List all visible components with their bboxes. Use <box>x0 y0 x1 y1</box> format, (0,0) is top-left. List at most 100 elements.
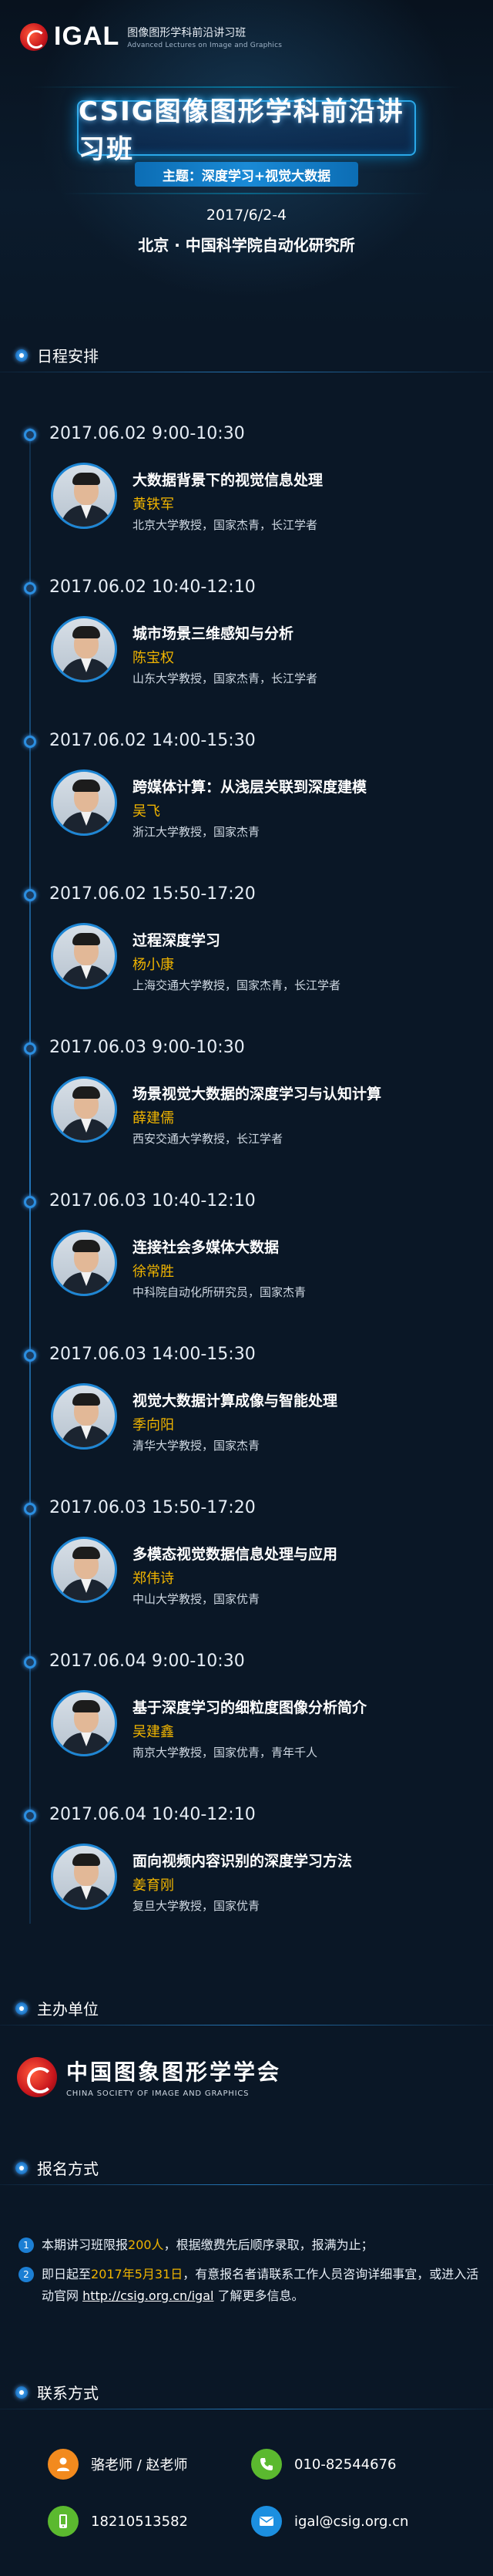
session-time: 2017.06.02 14:00-15:30 <box>49 731 256 750</box>
section-title: 联系方式 <box>37 2384 99 2403</box>
highlight-text: 200人 <box>128 2238 164 2252</box>
contact-phone-text: 010-82544676 <box>294 2456 397 2473</box>
session-time: 2017.06.03 14:00-15:30 <box>49 1345 256 1364</box>
subject-badge: 主题：深度学习+视觉大数据 <box>135 162 358 187</box>
header-banner: IGAL 图像图形学科前沿讲习班 Advanced Lectures on Im… <box>0 0 493 332</box>
contact-mobile[interactable]: 18210513582 <box>48 2506 188 2537</box>
talk-title: 大数据背景下的视觉信息处理 <box>132 472 324 489</box>
speaker-name: 薛建儒 <box>132 1110 174 1126</box>
item-number-badge: 1 <box>18 2238 34 2253</box>
speaker-avatar <box>51 1230 117 1296</box>
main-title-frame: CSIG图像图形学科前沿讲习班 <box>77 96 416 165</box>
section-divider <box>0 2184 493 2185</box>
organizer-section-header: 主办单位 <box>15 1997 99 2019</box>
talk-title: 城市场景三维感知与分析 <box>132 625 294 642</box>
mobile-phone-icon <box>48 2506 79 2537</box>
text-segment: 本期讲习班限报 <box>42 2238 129 2252</box>
contact-email-text: igal@csig.org.cn <box>294 2513 409 2530</box>
event-location: 北京 · 中国科学院自动化研究所 <box>138 236 355 254</box>
speaker-description: 上海交通大学教授，国家杰青，长江学者 <box>132 978 341 992</box>
timeline-dot-icon <box>24 1196 36 1208</box>
talk-title: 场景视觉大数据的深度学习与认知计算 <box>132 1086 382 1103</box>
item-number-badge: 2 <box>18 2267 34 2282</box>
speaker-avatar <box>51 1076 117 1143</box>
text-segment: 即日起至 <box>42 2267 92 2281</box>
registration-text: 即日起至2017年5月31日，有意报名者请联系工作人员咨询详细事宜，或进入活动官… <box>42 2264 481 2307</box>
speaker-description: 北京大学教授，国家杰青，长江学者 <box>132 518 318 532</box>
csig-logo: 中国图象图形学学会 CHINA SOCIETY OF IMAGE AND GRA… <box>17 2056 281 2098</box>
timeline-dot-icon <box>24 1656 36 1669</box>
section-bullet-icon <box>15 2386 28 2399</box>
registration-item: 2 即日起至2017年5月31日，有意报名者请联系工作人员咨询详细事宜，或进入活… <box>18 2264 481 2307</box>
contact-section-header: 联系方式 <box>15 2381 99 2403</box>
speaker-name: 陈宝权 <box>132 650 174 666</box>
speaker-avatar <box>51 923 117 989</box>
timeline-dot-icon <box>24 1042 36 1055</box>
speaker-avatar <box>51 1844 117 1910</box>
event-date: 2017/6/2-4 <box>206 207 287 224</box>
contact-phone[interactable]: 010-82544676 <box>251 2449 396 2480</box>
speaker-description: 南京大学教授，国家优青，青年千人 <box>132 1746 318 1759</box>
session-time: 2017.06.02 15:50-17:20 <box>49 884 256 904</box>
phone-icon <box>251 2449 282 2480</box>
logo-subtitle-cn: 图像图形学科前沿讲习班 <box>127 26 246 39</box>
session-time: 2017.06.02 9:00-10:30 <box>49 424 245 443</box>
timeline-dot-icon <box>24 1503 36 1515</box>
timeline-dot-icon <box>24 736 36 748</box>
speaker-avatar <box>51 1383 117 1450</box>
contact-email[interactable]: igal@csig.org.cn <box>251 2506 408 2537</box>
timeline-dot-icon <box>24 889 36 901</box>
organizer-name-en: CHINA SOCIETY OF IMAGE AND GRAPHICS <box>66 2089 250 2098</box>
organizer-name-cn: 中国图象图形学学会 <box>66 2059 282 2085</box>
talk-title: 视觉大数据计算成像与智能处理 <box>132 1392 338 1409</box>
session-time: 2017.06.04 9:00-10:30 <box>49 1652 245 1671</box>
section-bullet-icon <box>15 349 28 362</box>
registration-item: 1 本期讲习班限报200人，根据缴费先后顺序录取，报满为止； <box>18 2234 481 2256</box>
decorative-line <box>31 86 462 88</box>
person-icon <box>48 2449 79 2480</box>
page-title: CSIG图像图形学科前沿讲习班 <box>79 96 404 165</box>
speaker-description: 浙江大学教授，国家杰青 <box>132 825 260 839</box>
speaker-name: 吴建鑫 <box>132 1724 174 1740</box>
talk-title: 面向视频内容识别的深度学习方法 <box>132 1853 353 1870</box>
timeline-line <box>29 428 31 1924</box>
decorative-line <box>62 193 431 194</box>
registration-text: 本期讲习班限报200人，根据缴费先后顺序录取，报满为止； <box>42 2234 481 2256</box>
session-time: 2017.06.03 9:00-10:30 <box>49 1038 245 1057</box>
session-time: 2017.06.04 10:40-12:10 <box>49 1805 256 1824</box>
timeline-dot-icon <box>24 1810 36 1822</box>
logo-text: IGAL <box>54 22 120 51</box>
speaker-avatar <box>51 769 117 836</box>
speaker-name: 郑伟诗 <box>132 1571 174 1587</box>
timeline-dot-icon <box>24 1349 36 1362</box>
schedule-section-header: 日程安排 <box>15 344 99 366</box>
session-time: 2017.06.03 15:50-17:20 <box>49 1498 256 1517</box>
text-segment: ，根据缴费先后顺序录取，报满为止； <box>163 2238 374 2252</box>
speaker-description: 复旦大学教授，国家优青 <box>132 1899 260 1913</box>
section-bullet-icon <box>15 2161 28 2174</box>
talk-title: 多模态视觉数据信息处理与应用 <box>132 1546 338 1563</box>
speaker-avatar <box>51 1537 117 1603</box>
highlight-text: 2017年5月31日 <box>91 2267 183 2281</box>
speaker-name: 杨小康 <box>132 957 174 973</box>
talk-title: 过程深度学习 <box>132 932 221 949</box>
timeline-dot-icon <box>24 429 36 441</box>
speaker-description: 西安交通大学教授，长江学者 <box>132 1132 283 1146</box>
speaker-name: 季向阳 <box>132 1417 174 1433</box>
talk-title: 基于深度学习的细粒度图像分析简介 <box>132 1699 367 1716</box>
speaker-description: 中科院自动化所研究员，国家杰青 <box>132 1285 307 1299</box>
section-title: 报名方式 <box>37 2160 99 2178</box>
talk-title: 连接社会多媒体大数据 <box>132 1239 280 1256</box>
contact-person: 骆老师 / 赵老师 <box>48 2449 188 2480</box>
section-bullet-icon <box>15 2002 28 2015</box>
session-time: 2017.06.02 10:40-12:10 <box>49 577 256 597</box>
session-time: 2017.06.03 10:40-12:10 <box>49 1191 256 1211</box>
speaker-name: 徐常胜 <box>132 1264 174 1280</box>
speaker-avatar <box>51 616 117 682</box>
logo-subtitle: 图像图形学科前沿讲习班 Advanced Lectures on Image a… <box>127 25 282 49</box>
speaker-avatar <box>51 463 117 529</box>
section-title: 日程安排 <box>37 347 99 365</box>
contact-mobile-text: 18210513582 <box>91 2513 188 2530</box>
website-link[interactable]: http://csig.org.cn/igal <box>82 2288 213 2303</box>
text-segment: 了解更多信息。 <box>213 2288 304 2303</box>
